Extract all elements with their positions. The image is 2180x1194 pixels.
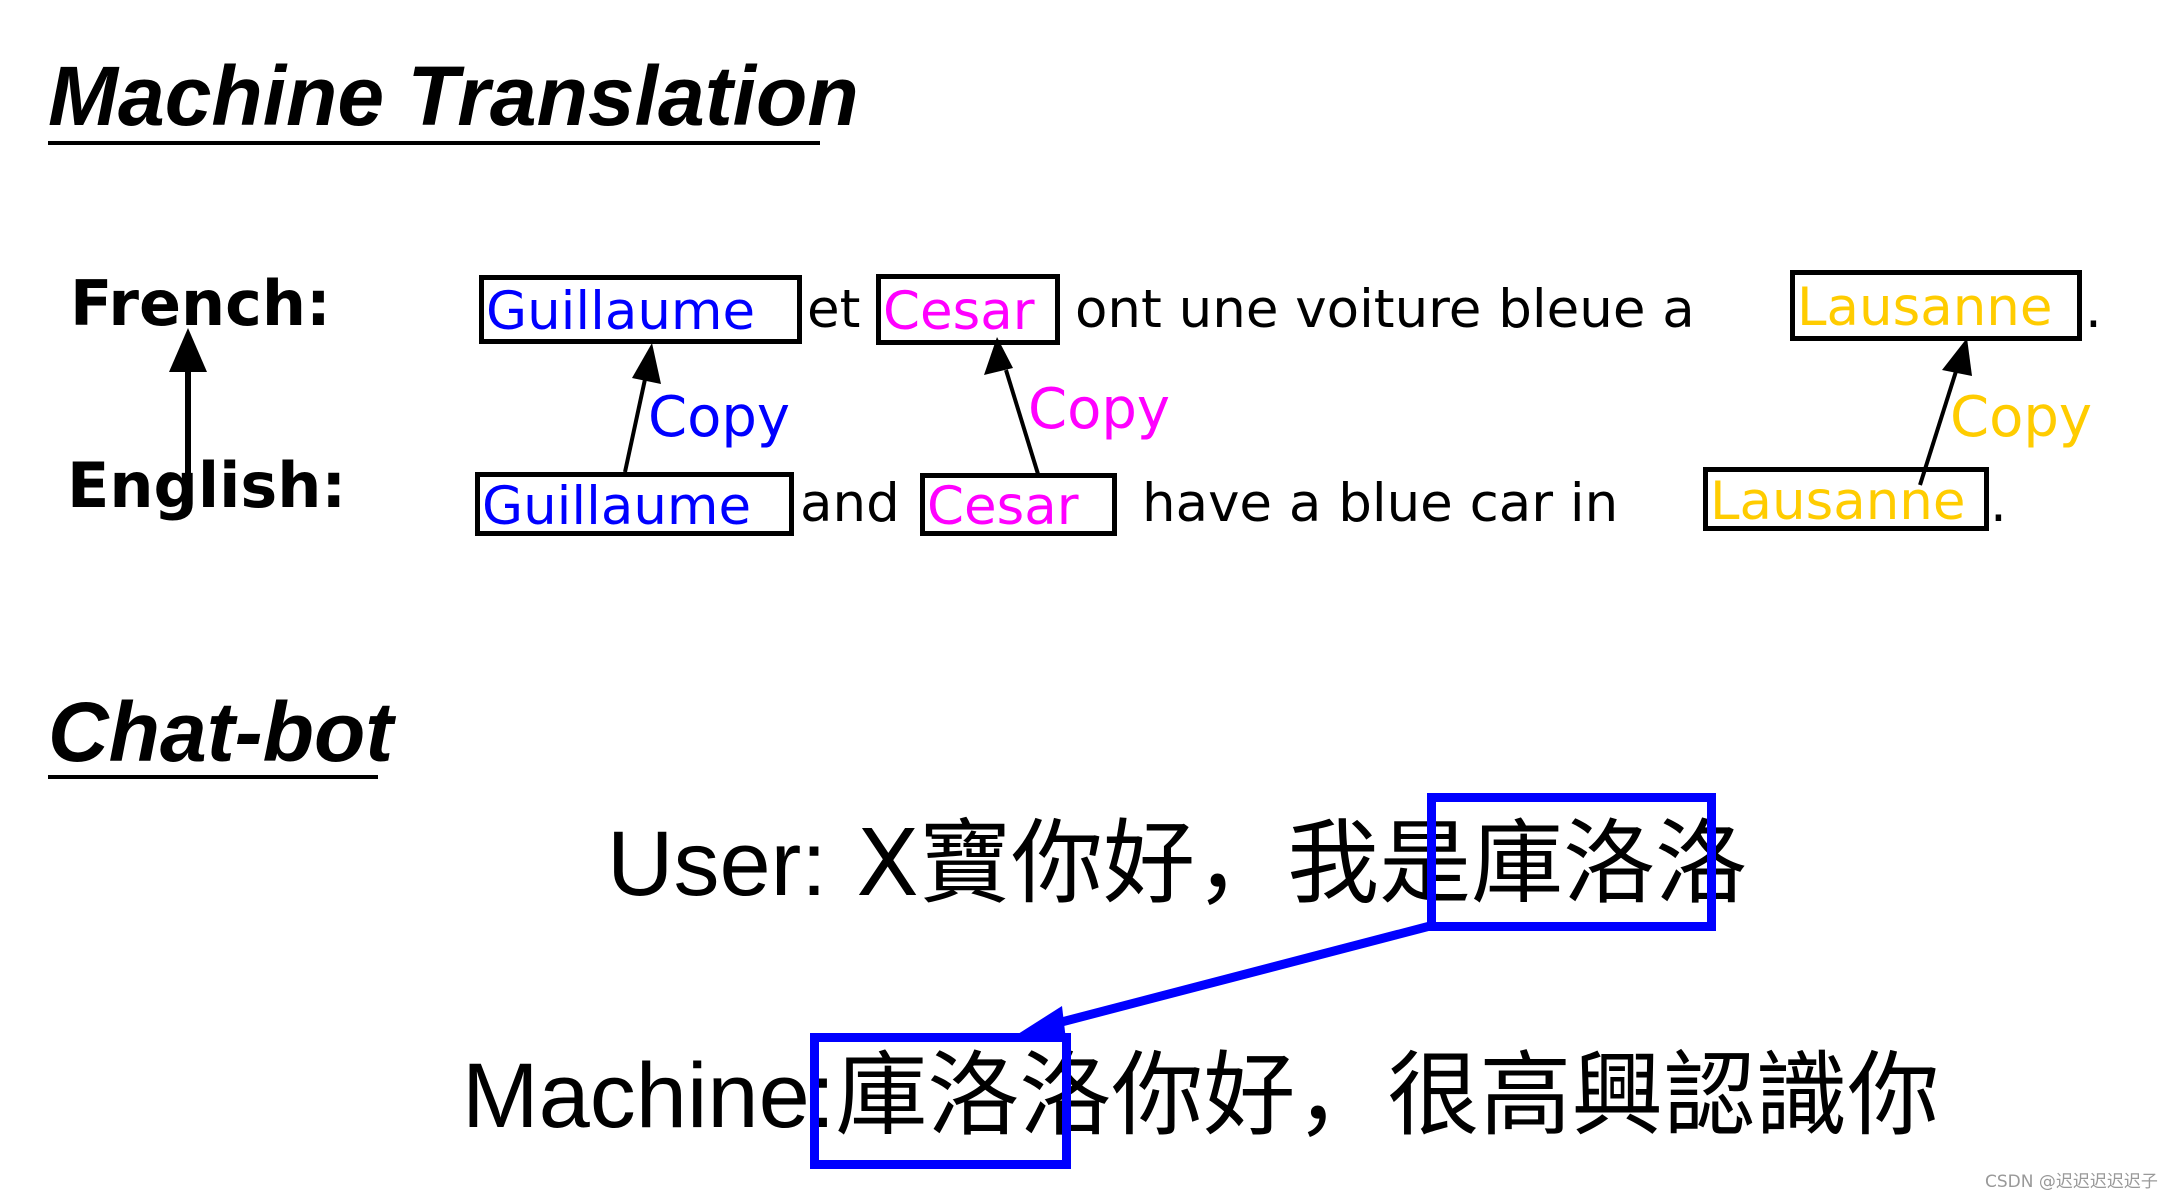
arrows-layer bbox=[169, 328, 1972, 1040]
copy-arrow-cesar bbox=[984, 337, 1040, 475]
watermark: CSDN @迟迟迟迟迟子 bbox=[1985, 1172, 2158, 1192]
language-arrow bbox=[169, 328, 207, 478]
slide: Machine Translation French: English: Gui… bbox=[0, 0, 2180, 1194]
copy-arrow-lausanne bbox=[1918, 338, 1972, 486]
copy-arrow-guillaume bbox=[623, 343, 661, 473]
chatbot-copy-arrow bbox=[1018, 921, 1432, 1040]
